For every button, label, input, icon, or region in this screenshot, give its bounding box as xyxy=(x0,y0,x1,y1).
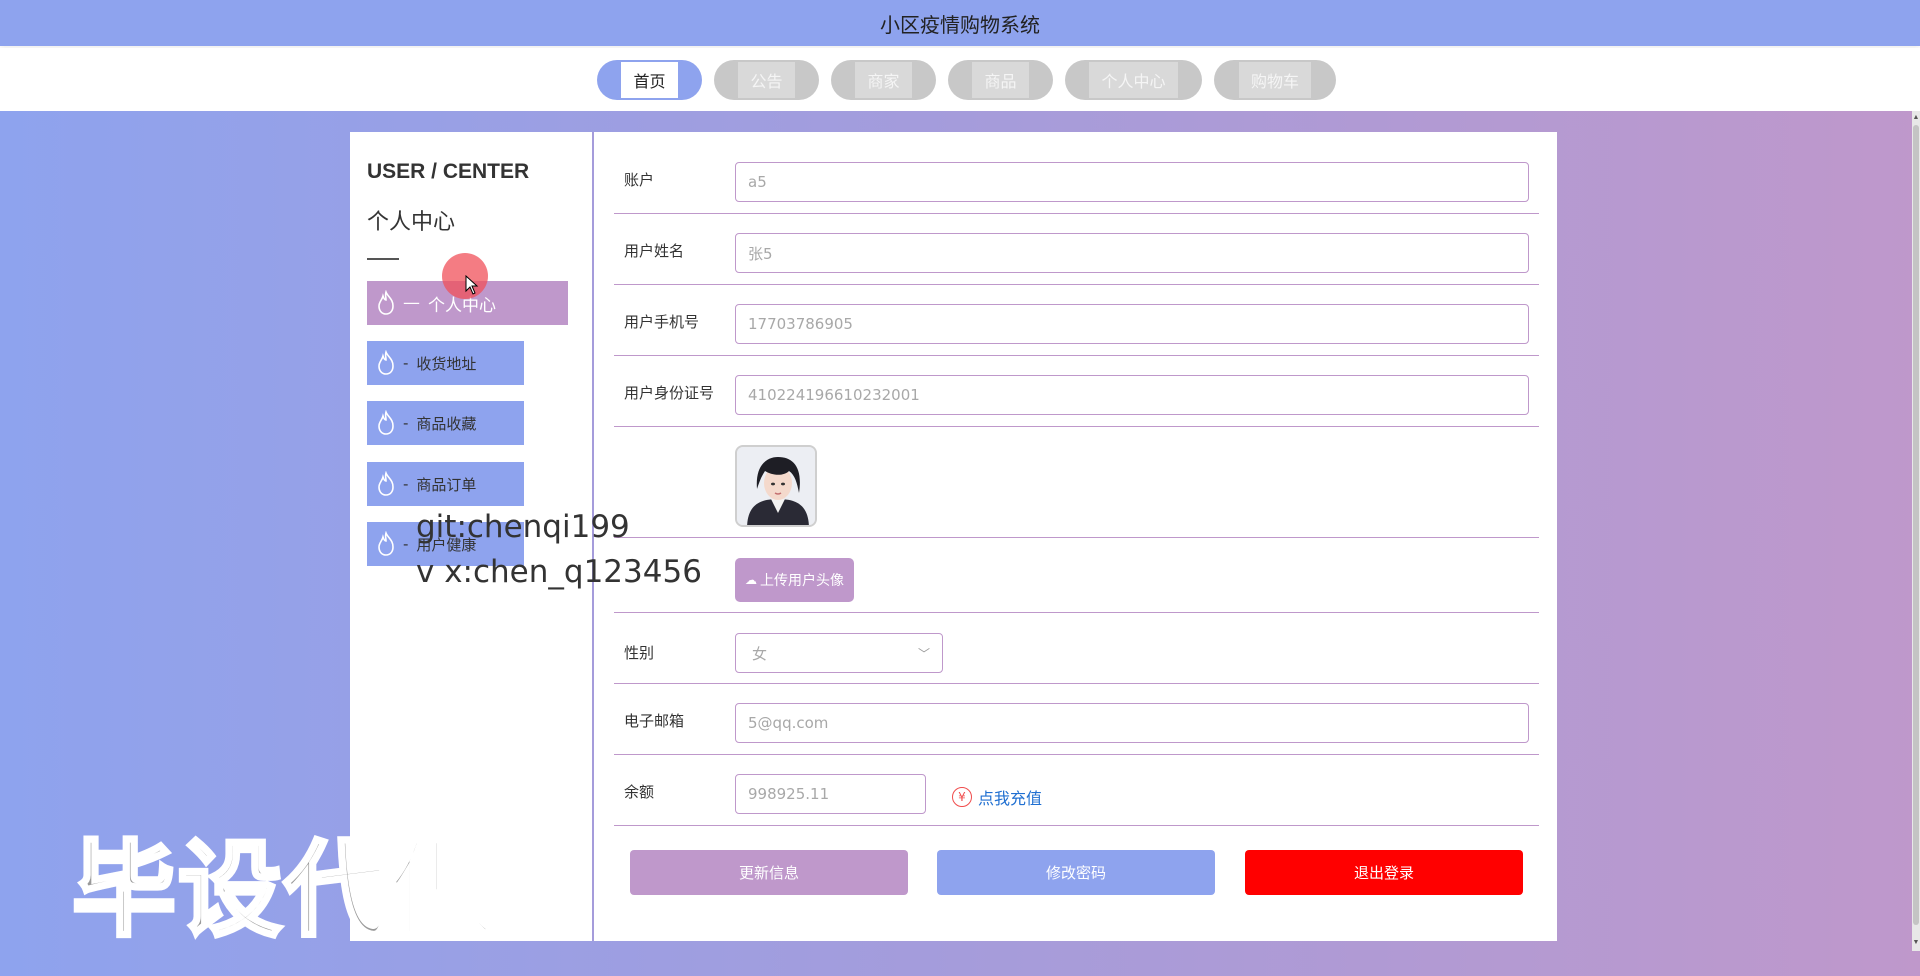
flame-icon xyxy=(378,410,394,435)
sidebar-item-address[interactable]: - 收货地址 xyxy=(367,341,524,385)
email-input[interactable]: 5@qq.com xyxy=(735,703,1529,743)
main-nav: 首页 公告 商家 商品 个人中心 购物车 xyxy=(0,48,1920,111)
account-label: 账户 xyxy=(624,171,655,189)
watermark-big-text: 毕设代做 xyxy=(70,827,497,953)
gender-selected-value: 女 xyxy=(752,644,768,663)
name-input[interactable]: 张5 xyxy=(735,233,1529,273)
change-password-button[interactable]: 修改密码 xyxy=(937,850,1215,895)
id-card-label: 用户身份证号 xyxy=(624,384,715,402)
nav-products[interactable]: 商品 xyxy=(948,59,1053,100)
form-row-email: 电子邮箱 5@qq.com xyxy=(614,684,1539,755)
email-label: 电子邮箱 xyxy=(624,712,685,730)
nav-notice[interactable]: 公告 xyxy=(714,59,819,100)
yen-icon: ¥ xyxy=(952,787,972,807)
sidebar-item-label: 收货地址 xyxy=(416,354,477,373)
id-card-input[interactable]: 410224196610232001 xyxy=(735,375,1529,415)
profile-form: 账户 a5 用户姓名 张5 用户手机号 17703786905 用户身份证号 4… xyxy=(592,132,1557,941)
upload-avatar-label: 上传用户头像 xyxy=(760,573,844,589)
form-row-phone: 用户手机号 17703786905 xyxy=(614,285,1539,356)
form-row-account: 账户 a5 xyxy=(614,132,1539,214)
cloud-upload-icon: ☁ xyxy=(745,573,757,587)
sidebar-item-prefix: - xyxy=(403,475,409,493)
nav-home-label: 首页 xyxy=(621,61,678,98)
form-row-avatar xyxy=(614,427,1539,538)
title-bar: 小区疫情购物系统 xyxy=(0,0,1920,46)
chevron-down-icon: ﹀ xyxy=(917,647,930,661)
sidebar-item-prefix: — xyxy=(403,293,420,313)
account-input[interactable]: a5 xyxy=(735,162,1529,202)
scroll-down-icon[interactable]: ▼ xyxy=(1912,938,1920,948)
nav-merchant[interactable]: 商家 xyxy=(831,59,936,100)
app-title: 小区疫情购物系统 xyxy=(880,12,1040,37)
form-row-balance: 余额 998925.11 ¥ 点我充值 xyxy=(614,755,1539,826)
recharge-link[interactable]: ¥ 点我充值 xyxy=(952,785,1042,809)
flame-icon xyxy=(378,350,394,375)
sidebar-divider xyxy=(367,258,399,260)
watermark-wx: v x:chen_q123456 xyxy=(416,554,702,590)
sidebar-item-favorites[interactable]: - 商品收藏 xyxy=(367,401,524,445)
update-info-button[interactable]: 更新信息 xyxy=(630,850,908,895)
sidebar-item-label: 商品收藏 xyxy=(416,414,477,433)
balance-label: 余额 xyxy=(624,783,655,801)
flame-icon xyxy=(378,471,394,496)
sidebar-item-prefix: - xyxy=(403,414,409,432)
sidebar-item-prefix: - xyxy=(403,535,409,553)
mouse-cursor-icon xyxy=(465,275,479,295)
balance-input: 998925.11 xyxy=(735,774,926,814)
nav-user-center[interactable]: 个人中心 xyxy=(1065,59,1202,100)
flame-icon xyxy=(378,290,394,315)
sidebar-title-en: USER / CENTER xyxy=(367,160,530,183)
sidebar-item-prefix: - xyxy=(403,354,409,372)
nav-cart[interactable]: 购物车 xyxy=(1214,59,1336,100)
nav-products-label: 商品 xyxy=(972,61,1029,98)
form-row-name: 用户姓名 张5 xyxy=(614,214,1539,285)
logout-button[interactable]: 退出登录 xyxy=(1245,850,1523,895)
nav-merchant-label: 商家 xyxy=(855,61,912,98)
form-row-gender: 性别 女 ﹀ xyxy=(614,613,1539,684)
recharge-label: 点我充值 xyxy=(978,789,1043,808)
form-row-upload: ☁ 上传用户头像 xyxy=(614,538,1539,613)
watermark-contact: git:chenqi199 v x:chen_q123456 xyxy=(416,505,702,595)
flame-icon xyxy=(378,531,394,556)
nav-cart-label: 购物车 xyxy=(1238,61,1311,98)
name-label: 用户姓名 xyxy=(624,242,685,260)
upload-avatar-button[interactable]: ☁ 上传用户头像 xyxy=(735,558,854,602)
gender-select[interactable]: 女 ﹀ xyxy=(735,633,943,673)
nav-user-center-label: 个人中心 xyxy=(1089,61,1178,98)
phone-input[interactable]: 17703786905 xyxy=(735,304,1529,344)
user-avatar-photo xyxy=(735,445,817,527)
sidebar-item-orders[interactable]: - 商品订单 xyxy=(367,462,524,506)
phone-label: 用户手机号 xyxy=(624,313,700,331)
nav-home[interactable]: 首页 xyxy=(597,59,702,100)
sidebar-title-zh: 个人中心 xyxy=(367,210,456,235)
watermark-git: git:chenqi199 xyxy=(416,509,630,545)
sidebar-item-label: 商品订单 xyxy=(416,475,477,494)
scrollbar-thumb[interactable] xyxy=(1913,125,1919,925)
form-row-id-card: 用户身份证号 410224196610232001 xyxy=(614,356,1539,427)
scroll-up-icon[interactable]: ▲ xyxy=(1912,113,1920,123)
gender-label: 性别 xyxy=(624,644,655,662)
nav-notice-label: 公告 xyxy=(738,61,795,98)
page-scrollbar[interactable] xyxy=(1912,111,1920,951)
